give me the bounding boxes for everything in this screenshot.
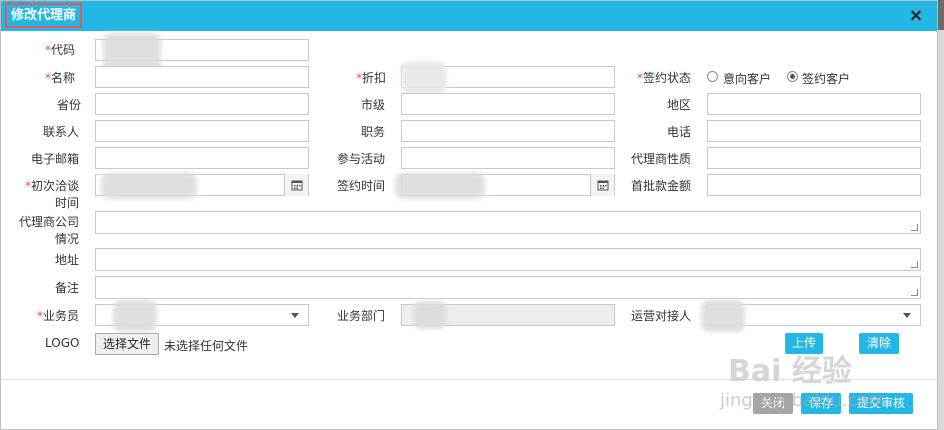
choose-file-button[interactable]: 选择文件 bbox=[95, 333, 159, 355]
salesman-label: *业务员 bbox=[37, 309, 80, 323]
city-label: 市级 bbox=[361, 98, 386, 112]
edit-agent-dialog: 修改代理商 × *代码 *名称 *折扣 *签约状态 意向客户 签约客户 省份 市… bbox=[0, 0, 938, 430]
redacted-ops-contact bbox=[701, 300, 745, 332]
chevron-down-icon bbox=[291, 313, 299, 318]
company-info-textarea[interactable] bbox=[95, 211, 921, 234]
contact-input[interactable] bbox=[95, 120, 309, 142]
position-label: 职务 bbox=[361, 125, 386, 139]
city-input[interactable] bbox=[401, 93, 615, 115]
agent-nature-input[interactable] bbox=[707, 147, 921, 169]
redacted-dept bbox=[413, 301, 447, 329]
province-label: 省份 bbox=[57, 98, 82, 112]
activity-input[interactable] bbox=[401, 147, 615, 169]
clear-button[interactable]: 清除 bbox=[859, 333, 899, 354]
code-label: *代码 bbox=[45, 43, 76, 57]
address-textarea[interactable] bbox=[95, 248, 921, 271]
redacted-sign-time bbox=[395, 173, 485, 199]
district-label: 地区 bbox=[667, 98, 692, 112]
agent-nature-label: 代理商性质 bbox=[631, 152, 692, 166]
dialog-title: 修改代理商 bbox=[5, 3, 83, 28]
calendar-icon[interactable] bbox=[284, 174, 308, 196]
cancel-button[interactable]: 关闭 bbox=[753, 393, 793, 414]
first-payment-input[interactable] bbox=[707, 174, 921, 196]
remark-label: 备注 bbox=[55, 281, 80, 295]
phone-input[interactable] bbox=[707, 120, 921, 142]
email-input[interactable] bbox=[95, 147, 309, 169]
footer-divider bbox=[1, 379, 937, 380]
radio-intent-customer[interactable] bbox=[707, 71, 718, 82]
dept-label: 业务部门 bbox=[337, 309, 386, 323]
intent-customer-label: 意向客户 bbox=[723, 72, 772, 86]
logo-label: LOGO bbox=[45, 336, 80, 350]
remark-textarea[interactable] bbox=[95, 276, 921, 299]
email-label: 电子邮箱 bbox=[31, 152, 80, 166]
ops-contact-label: 运营对接人 bbox=[631, 309, 692, 323]
first-payment-label: 首批款金额 bbox=[631, 179, 692, 193]
chevron-down-icon bbox=[903, 313, 911, 318]
name-label: *名称 bbox=[45, 71, 76, 85]
file-status-text: 未选择任何文件 bbox=[164, 339, 249, 353]
province-input[interactable] bbox=[95, 93, 309, 115]
sign-status-label: *签约状态 bbox=[637, 71, 692, 85]
activity-label: 参与活动 bbox=[337, 152, 386, 166]
district-input[interactable] bbox=[707, 93, 921, 115]
phone-label: 电话 bbox=[667, 125, 692, 139]
position-input[interactable] bbox=[401, 120, 615, 142]
radio-signed-customer[interactable] bbox=[787, 71, 798, 82]
submit-review-button[interactable]: 提交审核 bbox=[849, 393, 913, 414]
contact-label: 联系人 bbox=[43, 125, 80, 139]
dialog-titlebar: 修改代理商 × bbox=[1, 1, 937, 31]
signed-customer-label: 签约客户 bbox=[802, 72, 851, 86]
calendar-icon[interactable] bbox=[590, 174, 614, 196]
close-icon[interactable]: × bbox=[905, 5, 927, 27]
address-label: 地址 bbox=[55, 253, 80, 267]
first-talk-label: *初次洽谈 时间 bbox=[25, 179, 80, 210]
redacted-first-talk bbox=[101, 173, 197, 199]
discount-label: *折扣 bbox=[356, 71, 387, 85]
redacted-discount bbox=[401, 61, 447, 95]
name-input[interactable] bbox=[95, 66, 309, 88]
save-button[interactable]: 保存 bbox=[801, 393, 841, 414]
company-info-label: 代理商公司 情况 bbox=[19, 215, 80, 246]
upload-button[interactable]: 上传 bbox=[785, 333, 823, 354]
redacted-salesman bbox=[113, 300, 157, 332]
sign-time-label: 签约时间 bbox=[337, 179, 386, 193]
